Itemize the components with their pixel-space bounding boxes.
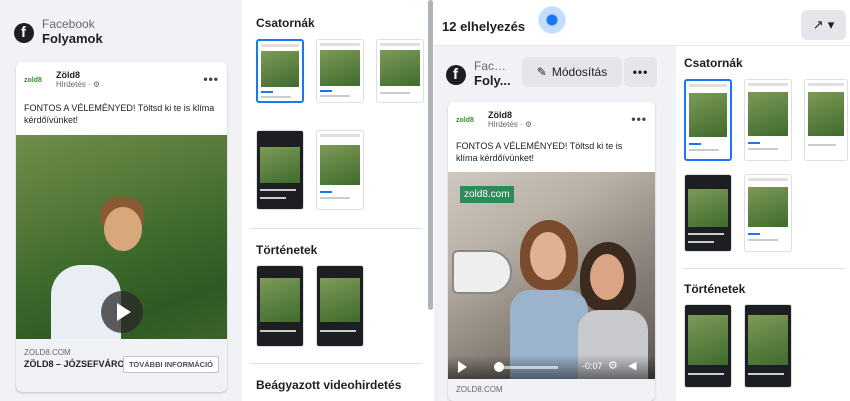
placement-thumb-feed[interactable] <box>684 79 732 161</box>
placement-thumb[interactable] <box>804 79 848 161</box>
placement-thumb[interactable] <box>684 174 732 252</box>
volume-icon[interactable]: ◀ <box>628 359 636 372</box>
placement-thumb[interactable] <box>316 39 364 103</box>
facebook-icon <box>14 22 34 43</box>
scrollbar[interactable] <box>428 0 433 310</box>
more-options-button[interactable]: ••• <box>624 57 657 87</box>
placement-count: 12 elhelyezés <box>442 19 526 34</box>
play-icon[interactable] <box>458 361 467 373</box>
post-text: FONTOS A VÉLEMÉNYED! Töltsd ki te is klí… <box>456 141 623 163</box>
edit-button-label: Módosítás <box>551 65 608 79</box>
facebook-icon <box>446 64 466 85</box>
post-footer: ZOLD8.COM <box>448 379 655 401</box>
link-headline: ZÖLD8 – JÓZSEFVÁROS <box>24 359 131 369</box>
placement-thumb[interactable] <box>744 79 792 161</box>
divider <box>250 363 422 364</box>
top-bar: 12 elhelyezés ↗ ▾ <box>434 0 850 46</box>
placement-header: Facebook Folyamok <box>14 18 103 47</box>
ad-preview-screen: Facebook Folyamok zold8 Zöld8 Hirdetés ·… <box>0 0 850 401</box>
post-text: FONTOS A VÉLEMÉNYED! Töltsd ki te is klí… <box>24 103 215 125</box>
more-options-icon[interactable]: ••• <box>631 112 647 126</box>
platform-label: Faceb... <box>474 60 512 73</box>
post-footer: ZOLD8.COM ZÖLD8 – JÓZSEFVÁROS TOVÁBBI IN… <box>16 339 227 392</box>
placement-thumb-feed[interactable] <box>256 39 304 103</box>
placement-label: Folyamok <box>42 31 103 46</box>
ad-post-preview: zold8 Zöld8 Hirdetés · ⚙ ••• FONTOS A VÉ… <box>16 62 227 392</box>
video-sign-text: zold8.com <box>460 186 514 203</box>
cta-button[interactable]: TOVÁBBI INFORMÁCIÓ <box>122 356 219 373</box>
link-domain: ZOLD8.COM <box>24 348 71 357</box>
section-title-channels: Csatornák <box>256 16 315 30</box>
megaphone-image <box>452 250 512 294</box>
platform-label: Facebook <box>42 17 95 31</box>
external-link-icon: ↗ <box>812 17 824 32</box>
chevron-down-icon: ▾ <box>827 17 835 32</box>
placement-thumb[interactable] <box>316 130 364 210</box>
section-title-embedded-video: Beágyazott videohirdetés <box>256 378 402 392</box>
pencil-icon: ✎ <box>536 65 547 79</box>
story-thumb[interactable] <box>316 265 364 347</box>
progress-handle[interactable] <box>494 362 504 372</box>
right-preview-panel: 12 elhelyezés ↗ ▾ Faceb... Foly... ✎ Mód… <box>434 0 850 401</box>
story-thumb[interactable] <box>256 265 304 347</box>
link-domain: ZOLD8.COM <box>456 385 503 394</box>
section-title-stories: Történetek <box>256 243 318 257</box>
gear-icon[interactable]: ⚙ <box>608 359 618 372</box>
placement-thumb[interactable] <box>256 130 304 210</box>
more-options-icon[interactable]: ••• <box>203 72 219 86</box>
story-thumb[interactable] <box>744 304 792 388</box>
open-external-button[interactable]: ↗ ▾ <box>801 10 846 40</box>
time-remaining: -0:07 <box>582 361 603 371</box>
progress-bar[interactable] <box>498 366 558 369</box>
placement-list: Csatornák <box>242 0 430 401</box>
placement-thumb[interactable] <box>376 39 424 103</box>
placement-list: Csatornák <box>676 46 850 401</box>
story-thumb[interactable] <box>684 304 732 388</box>
video-player[interactable]: zold8.com -0:07 ⚙ ◀ <box>448 172 655 379</box>
placement-label: Foly... <box>474 73 511 88</box>
section-title-stories: Történetek <box>684 282 746 296</box>
section-title-channels: Csatornák <box>684 56 743 70</box>
divider <box>684 268 844 269</box>
sponsored-label: Hirdetés · ⚙ <box>56 80 101 89</box>
placement-header: Faceb... Foly... <box>446 60 512 89</box>
divider <box>250 228 422 229</box>
page-name: Zöld8 <box>56 70 80 80</box>
ad-post-preview: zold8 Zöld8 Hirdetés · ⚙ ••• FONTOS A VÉ… <box>448 102 655 401</box>
placement-thumb[interactable] <box>744 174 792 252</box>
left-preview-panel: Facebook Folyamok zold8 Zöld8 Hirdetés ·… <box>0 0 433 401</box>
video-controls: -0:07 ⚙ ◀ <box>448 355 655 379</box>
brand-logo: zold8 <box>456 116 474 124</box>
page-name: Zöld8 <box>488 110 512 120</box>
play-icon[interactable] <box>101 291 143 333</box>
edit-button[interactable]: ✎ Módosítás <box>522 57 622 87</box>
brand-logo: zold8 <box>24 76 42 84</box>
loading-indicator <box>538 6 566 34</box>
sponsored-label: Hirdetés · ⚙ <box>488 120 533 129</box>
